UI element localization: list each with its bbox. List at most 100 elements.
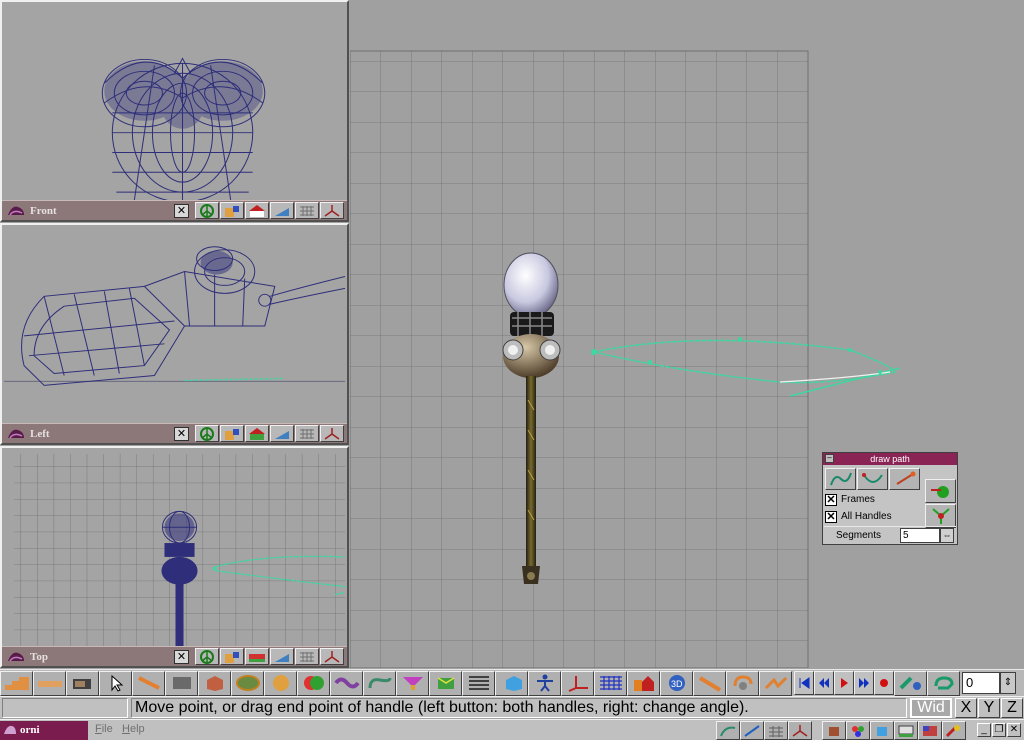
viewport-left-close-button[interactable]: ✕ <box>174 426 189 441</box>
ramp-tray-icon[interactable] <box>740 721 764 740</box>
minimize-button[interactable]: _ <box>977 723 991 737</box>
figure-tool-icon[interactable] <box>528 670 561 696</box>
segments-spinner-button[interactable]: ⇔ <box>940 527 954 543</box>
ramp-icon[interactable] <box>270 202 294 219</box>
viewport-front[interactable]: Front ✕ <box>0 0 349 222</box>
house-icon[interactable] <box>245 202 269 219</box>
3d-tool-icon[interactable]: 3D <box>660 670 693 696</box>
axes-icon[interactable] <box>320 202 344 219</box>
line-path-tool[interactable] <box>889 468 920 490</box>
viewport-top[interactable]: Top ✕ <box>0 446 349 668</box>
spin-tool-icon[interactable] <box>726 670 759 696</box>
app-name: orni <box>20 724 40 736</box>
front-view-canvas[interactable] <box>4 4 345 200</box>
all-handles-checkbox[interactable]: ✕ <box>825 510 837 523</box>
tool-bar: 3D 0 ⇕ <box>0 669 1024 696</box>
palette-tray-icon[interactable] <box>846 721 870 740</box>
cube-person-icon[interactable] <box>220 648 244 665</box>
pointer-tool-icon[interactable] <box>99 670 132 696</box>
loop-icon[interactable] <box>927 670 960 696</box>
viewport-left[interactable]: Left ✕ <box>0 223 349 445</box>
all-handles-label: All Handles <box>841 511 892 522</box>
cube-tool-icon[interactable] <box>495 670 528 696</box>
mode-wid-button[interactable]: Wid <box>910 698 952 718</box>
grid-pattern-icon[interactable] <box>295 425 319 442</box>
left-view-canvas[interactable] <box>4 227 345 423</box>
peace-sign-icon[interactable] <box>195 648 219 665</box>
viewport-top-close-button[interactable]: ✕ <box>174 649 189 664</box>
house-icon[interactable] <box>245 425 269 442</box>
axes-icon[interactable] <box>320 425 344 442</box>
paint-tool-icon[interactable] <box>165 670 198 696</box>
boolean-tool-icon[interactable] <box>297 670 330 696</box>
lattice-tool-icon[interactable] <box>330 670 363 696</box>
sphere-tool-icon[interactable] <box>264 670 297 696</box>
draw-path-titlebar[interactable]: – draw path <box>823 453 957 465</box>
keyframe-icon[interactable] <box>894 670 927 696</box>
list-tool-icon[interactable] <box>462 670 495 696</box>
curve-path-tool[interactable] <box>825 468 856 490</box>
axis-handles-icon[interactable] <box>925 504 956 528</box>
frames-checkbox[interactable]: ✕ <box>825 493 837 506</box>
flag-tray-icon[interactable] <box>918 721 942 740</box>
axes-tool-icon[interactable] <box>561 670 594 696</box>
restore-button[interactable]: ❐ <box>992 723 1006 737</box>
frame-spinner-button[interactable]: ⇕ <box>1000 672 1016 694</box>
cube-person-icon[interactable] <box>220 202 244 219</box>
axis-z-button[interactable]: Z <box>1001 698 1023 718</box>
fast-forward-icon[interactable] <box>854 671 874 695</box>
app-tag[interactable]: orni <box>0 721 88 740</box>
ramp-icon[interactable] <box>270 648 294 665</box>
grid-pattern-icon[interactable] <box>295 202 319 219</box>
box-tray-icon[interactable] <box>822 721 846 740</box>
frame-number-input[interactable]: 0 <box>962 672 1000 694</box>
viewport-left-title: Left <box>30 427 50 440</box>
add-point-icon[interactable] <box>925 479 956 503</box>
path-tray-icon[interactable] <box>716 721 740 740</box>
main-viewport[interactable] <box>350 0 1024 668</box>
first-frame-icon[interactable] <box>794 671 814 695</box>
cube-person-icon[interactable] <box>220 425 244 442</box>
flat-tool-icon[interactable] <box>33 670 66 696</box>
axes-icon[interactable] <box>320 648 344 665</box>
wrap-tool-icon[interactable] <box>429 670 462 696</box>
bend-tool-icon[interactable] <box>693 670 726 696</box>
move-tool-icon[interactable] <box>132 670 165 696</box>
cube-tray-icon[interactable] <box>870 721 894 740</box>
peace-sign-icon[interactable] <box>195 202 219 219</box>
disc-tool-icon[interactable] <box>231 670 264 696</box>
grid-tray-icon[interactable] <box>764 721 788 740</box>
draw-path-minimize-button[interactable]: – <box>825 454 834 463</box>
grid-tool-icon[interactable] <box>594 670 627 696</box>
rewind-icon[interactable] <box>814 671 834 695</box>
buildings-tool-icon[interactable] <box>627 670 660 696</box>
frames-checkbox-row[interactable]: ✕ Frames <box>825 492 875 507</box>
play-icon[interactable] <box>834 671 854 695</box>
stairs-tool-icon[interactable] <box>0 670 33 696</box>
monitor-tray-icon[interactable] <box>894 721 918 740</box>
record-icon[interactable] <box>874 671 894 695</box>
close-button[interactable]: ✕ <box>1007 723 1021 737</box>
funnel-tool-icon[interactable] <box>396 670 429 696</box>
segments-label: Segments <box>836 529 882 541</box>
top-view-canvas[interactable] <box>4 450 345 646</box>
ramp-icon[interactable] <box>270 425 294 442</box>
menu-file[interactable]: File <box>95 723 113 735</box>
camera-tool-icon[interactable] <box>66 670 99 696</box>
axis-y-button[interactable]: Y <box>978 698 1000 718</box>
axis-x-button[interactable]: X <box>955 698 977 718</box>
path-tool-icon[interactable] <box>363 670 396 696</box>
deform-tool-icon[interactable] <box>759 670 792 696</box>
segments-input[interactable]: 5 <box>900 527 940 543</box>
peace-sign-icon[interactable] <box>195 425 219 442</box>
viewport-top-title: Top <box>30 650 48 663</box>
tools-tray-icon[interactable] <box>942 721 966 740</box>
axes-tray-icon[interactable] <box>788 721 812 740</box>
all-handles-checkbox-row[interactable]: ✕ All Handles <box>825 509 892 524</box>
menu-help[interactable]: Help <box>122 723 145 735</box>
viewport-front-close-button[interactable]: ✕ <box>174 203 189 218</box>
grid-pattern-icon[interactable] <box>295 648 319 665</box>
box-tool-icon[interactable] <box>198 670 231 696</box>
arc-path-tool[interactable] <box>857 468 888 490</box>
flat-plane-icon[interactable] <box>245 648 269 665</box>
